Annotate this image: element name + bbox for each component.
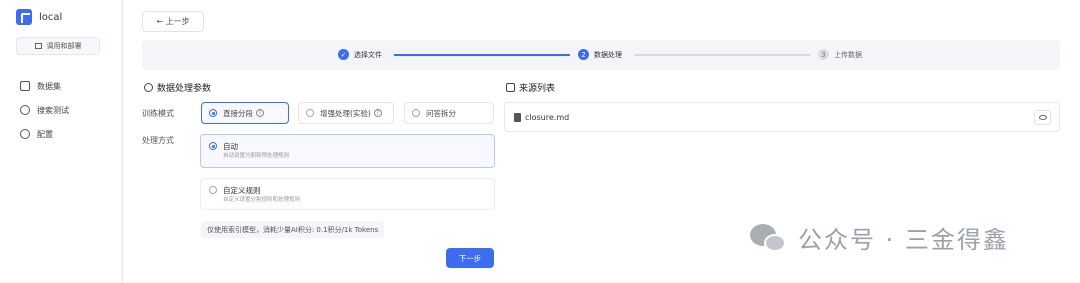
- step-label: 数据处理: [594, 50, 622, 59]
- step-label: 上传数据: [834, 50, 862, 59]
- source-file-row[interactable]: closure.md: [504, 102, 1060, 132]
- sidebar-nav: 数据集 搜索测试 配置: [20, 74, 69, 146]
- step-label: 选择文件: [354, 50, 382, 59]
- list-icon: [506, 83, 515, 92]
- settings-icon: [144, 83, 153, 92]
- radio-icon: [209, 142, 217, 150]
- watermark-text: 公众号 · 三金得鑫: [798, 226, 1009, 254]
- radio-icon: [412, 109, 420, 117]
- preview-button[interactable]: [1034, 110, 1051, 125]
- sidebar: local 调用和部署 数据集 搜索测试 配置: [0, 0, 122, 283]
- source-title-text: 来源列表: [519, 84, 556, 94]
- watermark: 公众号 · 三金得鑫: [750, 220, 1009, 255]
- back-button[interactable]: ← 上一步: [142, 11, 204, 32]
- cost-hint: 仅使用索引模型，消耗少量AI积分: 0.1积分/1k Tokens: [201, 221, 385, 238]
- training-mode-label: 训练模式: [142, 109, 174, 118]
- mode-option-label: 直接分段: [223, 108, 253, 118]
- params-section-title: 数据处理参数: [144, 81, 211, 94]
- app-deploy-button[interactable]: 调用和部署: [16, 37, 100, 55]
- sidebar-item-config[interactable]: 配置: [20, 122, 69, 146]
- params-title-text: 数据处理参数: [157, 84, 212, 94]
- method-option-auto[interactable]: 自动 自动设置分割和预处理规则: [200, 134, 495, 168]
- mode-option-chunk[interactable]: 直接分段 ?: [201, 102, 289, 124]
- method-title: 自动: [223, 142, 238, 151]
- step-connector: [634, 54, 810, 56]
- main-panel: ← 上一步 ✓ 选择文件 2 数据处理 3 上传数据 数据处理参数 来源列表 训…: [124, 0, 1080, 283]
- next-button[interactable]: 下一步: [446, 248, 494, 268]
- step-upload-data: 3 上传数据: [818, 49, 862, 60]
- sidebar-item-search-test[interactable]: 搜索测试: [20, 98, 69, 122]
- method-description: 自动设置分割和预处理规则: [223, 153, 290, 159]
- dataset-icon: [20, 81, 30, 91]
- brand-name: local: [39, 11, 63, 23]
- radio-icon: [209, 186, 217, 194]
- eye-icon: [1038, 115, 1047, 120]
- file-icon: [514, 112, 521, 122]
- help-icon[interactable]: ?: [256, 109, 264, 117]
- wechat-icon: [750, 222, 790, 254]
- step-select-file: ✓ 选择文件: [338, 49, 382, 60]
- app-logo-icon: [16, 9, 32, 25]
- brand[interactable]: local: [16, 9, 62, 25]
- source-section-title: 来源列表: [506, 81, 555, 94]
- sidebar-item-label: 配置: [37, 129, 53, 139]
- sidebar-item-dataset[interactable]: 数据集: [20, 74, 69, 98]
- radio-icon: [306, 109, 314, 117]
- help-icon[interactable]: ?: [373, 109, 382, 117]
- check-icon: ✓: [338, 49, 349, 60]
- method-option-custom[interactable]: 自定义规则 自定义设置分割规则和处理规则: [200, 178, 495, 210]
- mode-option-qa[interactable]: 问答拆分: [404, 102, 494, 124]
- processing-method-label: 处理方式: [142, 136, 174, 145]
- method-description: 自定义设置分割规则和处理规则: [223, 197, 301, 203]
- mode-option-label: 增强处理(实验): [320, 108, 371, 118]
- app-deploy-label: 调用和部署: [46, 42, 82, 50]
- step-data-processing: 2 数据处理: [578, 49, 622, 60]
- mode-option-label: 问答拆分: [426, 108, 456, 118]
- gear-icon: [20, 129, 30, 139]
- sidebar-item-label: 搜索测试: [37, 105, 69, 115]
- radio-icon: [209, 109, 217, 117]
- step-connector: [394, 54, 570, 56]
- method-title: 自定义规则: [223, 186, 261, 195]
- sidebar-item-label: 数据集: [37, 81, 61, 91]
- step-number: 3: [818, 49, 829, 60]
- search-test-icon: [20, 105, 30, 115]
- file-name: closure.md: [525, 112, 570, 122]
- mode-option-enhance[interactable]: 增强处理(实验) ?: [298, 102, 394, 124]
- api-icon: [34, 43, 42, 49]
- step-number: 2: [578, 49, 589, 60]
- stepper: ✓ 选择文件 2 数据处理 3 上传数据: [142, 40, 1060, 70]
